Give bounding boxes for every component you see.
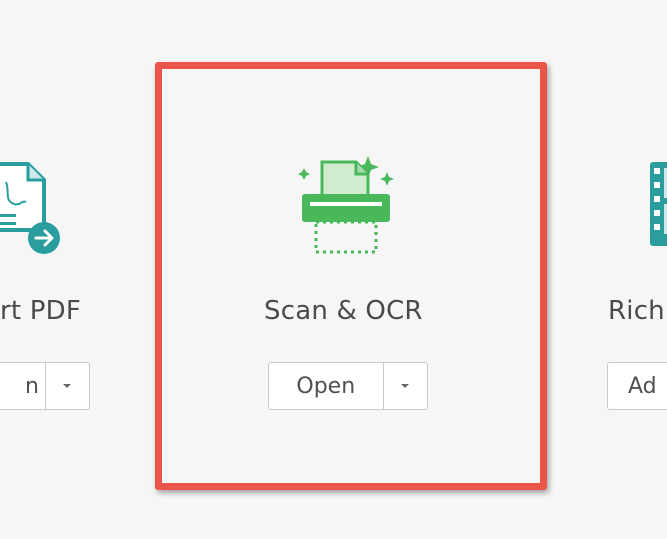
rich-media-split-button: Ad	[607, 362, 667, 410]
tool-label-rich-media: Rich	[608, 296, 665, 326]
rich-media-add-button[interactable]: Ad	[608, 363, 667, 409]
rich-media-icon[interactable]	[648, 160, 667, 254]
tool-card-rich-media: Rich Ad	[0, 0, 667, 539]
